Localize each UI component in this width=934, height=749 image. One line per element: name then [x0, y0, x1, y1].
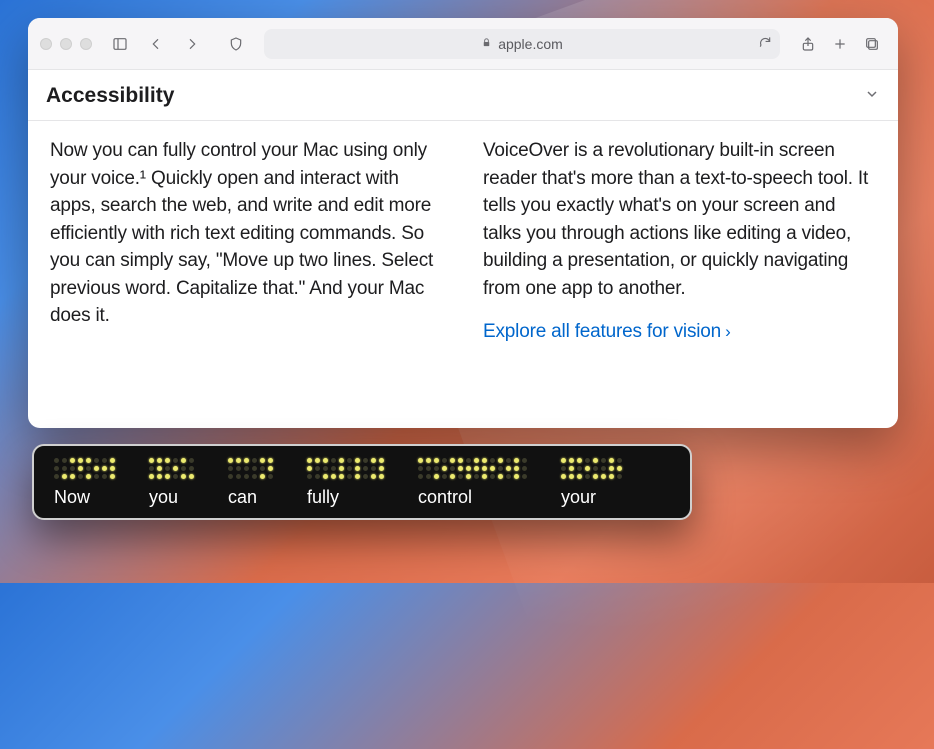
page-content: Now you can fully control your Mac using…: [28, 121, 898, 428]
braille-word-label: can: [228, 487, 257, 508]
braille-word-label: control: [418, 487, 472, 508]
section-title: Accessibility: [46, 84, 174, 108]
voice-control-paragraph: Now you can fully control your Mac using…: [50, 140, 433, 326]
page-section-header: Accessibility: [28, 70, 898, 121]
braille-word: fully: [307, 458, 384, 508]
braille-word: your: [561, 458, 622, 508]
browser-toolbar: apple.com: [28, 18, 898, 70]
braille-word: you: [149, 458, 194, 508]
explore-vision-link-text: Explore all features for vision: [483, 318, 721, 346]
braille-word-label: you: [149, 487, 178, 508]
chevron-down-icon[interactable]: [864, 86, 880, 107]
forward-button[interactable]: [178, 31, 206, 57]
new-tab-button[interactable]: [826, 31, 854, 57]
braille-word-label: Now: [54, 487, 90, 508]
braille-word-label: your: [561, 487, 596, 508]
voiceover-paragraph: VoiceOver is a revolutionary built-in sc…: [483, 140, 868, 299]
content-column-left: Now you can fully control your Mac using…: [50, 137, 443, 408]
braille-panel: Now you can fully control your: [32, 444, 692, 520]
lock-icon: [481, 36, 492, 52]
braille-word-label: fully: [307, 487, 339, 508]
address-bar-domain: apple.com: [498, 36, 563, 52]
share-button[interactable]: [794, 31, 822, 57]
zoom-window-button[interactable]: [80, 38, 92, 50]
back-button[interactable]: [142, 31, 170, 57]
address-bar[interactable]: apple.com: [264, 29, 780, 59]
braille-row: Now you can fully control your: [54, 458, 670, 508]
privacy-report-button[interactable]: [222, 31, 250, 57]
safari-window: apple.com Accessibility Now you can full…: [28, 18, 898, 428]
braille-word: can: [228, 458, 273, 508]
minimize-window-button[interactable]: [60, 38, 72, 50]
explore-vision-link[interactable]: Explore all features for vision ›: [483, 318, 731, 346]
chevron-right-icon: ›: [725, 320, 730, 345]
content-column-right: VoiceOver is a revolutionary built-in sc…: [483, 137, 876, 408]
window-controls: [40, 38, 92, 50]
sidebar-toggle-button[interactable]: [106, 31, 134, 57]
braille-word: control: [418, 458, 527, 508]
braille-word: Now: [54, 458, 115, 508]
reload-button[interactable]: [758, 35, 772, 52]
tab-overview-button[interactable]: [858, 31, 886, 57]
close-window-button[interactable]: [40, 38, 52, 50]
